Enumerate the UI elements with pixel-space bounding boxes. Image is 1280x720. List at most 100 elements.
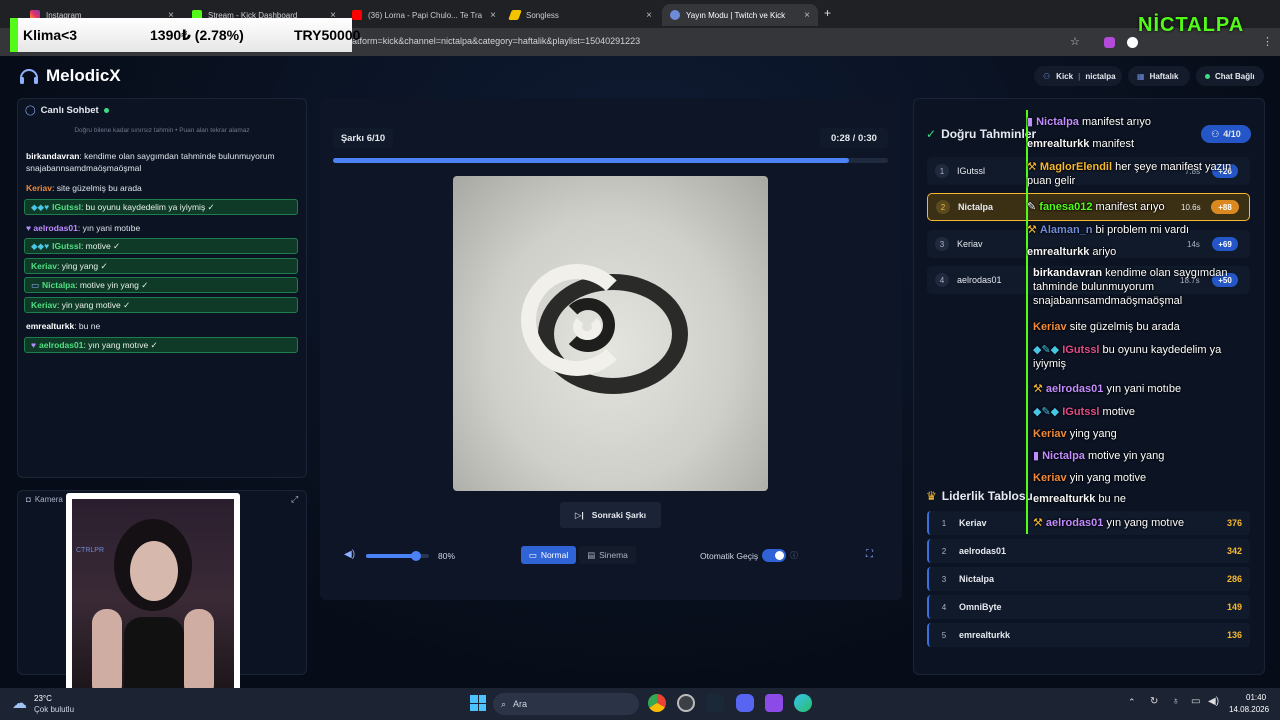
- monitor-icon: ▭: [528, 549, 537, 560]
- overlay-username: MaglorElendil: [1039, 161, 1113, 173]
- volume-fill: [366, 554, 417, 558]
- url-text[interactable]: atform=kick&channel=nictalpa&category=ha…: [352, 36, 640, 46]
- overlay-text: motive yin yang: [1084, 450, 1165, 462]
- extension-icon[interactable]: [1104, 37, 1115, 48]
- tab-youtube[interactable]: (36) Lorna - Papi Chulo... Te Tra ×: [344, 4, 504, 26]
- leaderboard-rank: 2: [941, 546, 947, 556]
- overlay-text: yın yang motıve: [1103, 517, 1185, 529]
- fullscreen-icon[interactable]: ⛶: [866, 549, 873, 560]
- leaderboard-row: 3 Nictalpa 286: [927, 567, 1250, 591]
- volume-slider[interactable]: [366, 551, 429, 561]
- network-icon[interactable]: ▭: [1191, 696, 1200, 707]
- leaderboard-score: 342: [1227, 546, 1243, 556]
- expand-icon[interactable]: ⤢: [291, 494, 298, 505]
- tab-songless[interactable]: Songless ×: [502, 4, 660, 26]
- app-brand[interactable]: MelodicX: [18, 66, 121, 86]
- speaker-icon[interactable]: ◀): [1208, 696, 1219, 707]
- status-dot: [1205, 73, 1210, 79]
- overlay-chat-line: ◆✎◆ IGutssl bu oyunu kaydedelim ya iyiym…: [1033, 343, 1257, 371]
- windows-start-icon[interactable]: [470, 695, 486, 711]
- chrome-icon[interactable]: [648, 694, 666, 712]
- overlay-chat-line: ✎ fanesa012 manifest arıyo: [1027, 200, 1257, 214]
- arm-shape: [92, 609, 122, 698]
- category-label: Haftalık: [1149, 71, 1179, 81]
- tab-label: (36) Lorna - Papi Chulo... Te Tra: [368, 10, 483, 20]
- toggle-knob: [775, 551, 784, 560]
- chevron-up-icon[interactable]: ⌃: [1128, 697, 1136, 708]
- camera-title: Kamera: [34, 495, 63, 504]
- overlay-text: ying yang: [1066, 428, 1117, 440]
- guess-rank: 3: [935, 237, 949, 251]
- mode-normal-button[interactable]: ▭ Normal: [521, 546, 576, 564]
- overlay-text: motive: [1099, 406, 1135, 418]
- app-icon[interactable]: [765, 694, 783, 712]
- leaderboard-row: 4 OmniByte 149: [927, 595, 1250, 619]
- search-placeholder: Ara: [513, 699, 528, 709]
- extension-icon[interactable]: [1127, 37, 1138, 48]
- close-icon[interactable]: ×: [490, 10, 496, 21]
- ticker-left: Klima<3: [23, 27, 78, 43]
- badge-icon: ⚒: [1027, 161, 1040, 173]
- category-pill[interactable]: ▦ Haftalık: [1128, 66, 1190, 86]
- guess-name: Nictalpa: [958, 202, 994, 212]
- next-song-button[interactable]: ▷| Sonraki Şarkı: [560, 502, 661, 528]
- close-icon[interactable]: ×: [646, 10, 652, 21]
- tab-label: Yayın Modu | Twitch ve Kick: [686, 10, 786, 20]
- guess-rank: 4: [935, 273, 949, 287]
- overlay-chat-line: ⚒ MaglorElendil her şeye manifest yazın …: [1027, 160, 1257, 188]
- leaderboard-name: emrealturkk: [959, 630, 1011, 640]
- progress-bar[interactable]: [333, 158, 888, 163]
- chat-username: emrealturkk: [26, 321, 75, 331]
- menu-icon[interactable]: ⋮: [1262, 35, 1273, 48]
- correct-guess-message: ◆◆♥ IGutssl: bu oyunu kaydedelim ya iyiy…: [24, 199, 298, 215]
- sync-icon[interactable]: ↻: [1150, 696, 1158, 707]
- chat-bubble-icon: ◯: [25, 105, 36, 116]
- broadcaster-badge-icon: ▭: [31, 279, 40, 290]
- auto-advance-toggle[interactable]: [762, 549, 786, 562]
- info-icon[interactable]: ⓘ: [790, 550, 798, 561]
- mic-icon[interactable]: ♁: [1172, 696, 1180, 707]
- leaderboard-header: ♛ Liderlik Tablosu: [926, 489, 1033, 503]
- guesses-title: Doğru Tahminler: [941, 127, 1037, 141]
- discord-icon[interactable]: [736, 694, 754, 712]
- mode-cinema-button[interactable]: ▤ Sinema: [579, 546, 636, 564]
- leaderboard-name: aelrodas01: [959, 546, 1007, 556]
- camera-header: ◘ Kamera: [26, 495, 63, 504]
- clock-time[interactable]: 01:40: [1246, 693, 1266, 702]
- bookmark-star-icon[interactable]: ☆: [1070, 35, 1080, 48]
- new-tab-button[interactable]: +: [824, 6, 831, 20]
- overlay-username: emrealturkk: [1027, 138, 1090, 150]
- channel-pill[interactable]: ⚇ Kick | nictalpa: [1034, 66, 1122, 86]
- cloud-icon[interactable]: ☁: [12, 694, 27, 712]
- steam-icon[interactable]: [706, 694, 724, 712]
- chat-text: : yin yang motive ✓: [57, 299, 131, 310]
- close-icon[interactable]: ×: [804, 10, 810, 21]
- heart-badge-icon: ♥: [31, 340, 37, 350]
- taskbar-search[interactable]: ⌕ Ara: [493, 693, 639, 715]
- leaderboard-row: 2 aelrodas01 342: [927, 539, 1250, 563]
- overlay-chat-line: emrealturkk bu ne: [1033, 492, 1263, 506]
- overlay-chat-line: birkandavran kendime olan saygımdan tahm…: [1033, 266, 1257, 308]
- overlay-text: ariyo: [1089, 246, 1117, 258]
- volume-icon[interactable]: ◀): [344, 549, 355, 560]
- overlay-username: emrealturkk: [1027, 246, 1090, 258]
- edge-icon[interactable]: [794, 694, 812, 712]
- skip-icon: ▷|: [574, 509, 584, 520]
- chat-username: IGutssl: [52, 241, 81, 251]
- chat-title: Canlı Sohbet: [40, 105, 99, 116]
- ticker-price: 1390₺ (2.78%): [150, 26, 244, 43]
- overlay-text: manifest arıyo: [1092, 201, 1165, 213]
- ticker-right: TRY50000: [294, 27, 361, 43]
- app-icon[interactable]: [677, 694, 695, 712]
- snake-light-inner: [573, 314, 601, 340]
- clock-date[interactable]: 14.08.2026: [1229, 705, 1269, 714]
- correct-guess-message: ▭ Nictalpa: motive yin yang ✓: [24, 277, 298, 293]
- overlay-chat-line: ◆✎◆ IGutssl motive: [1033, 405, 1263, 419]
- overlay-chat-line: emrealturkk manifest: [1027, 137, 1257, 151]
- leaderboard-name: OmniByte: [959, 602, 1002, 612]
- chat-username: aelrodas01: [39, 340, 84, 350]
- tab-yayin-modu[interactable]: Yayın Modu | Twitch ve Kick ×: [662, 4, 818, 26]
- headphones-icon: [20, 69, 38, 84]
- next-song-label: Sonraki Şarkı: [591, 510, 647, 520]
- weather-temp: 23°C: [34, 694, 52, 703]
